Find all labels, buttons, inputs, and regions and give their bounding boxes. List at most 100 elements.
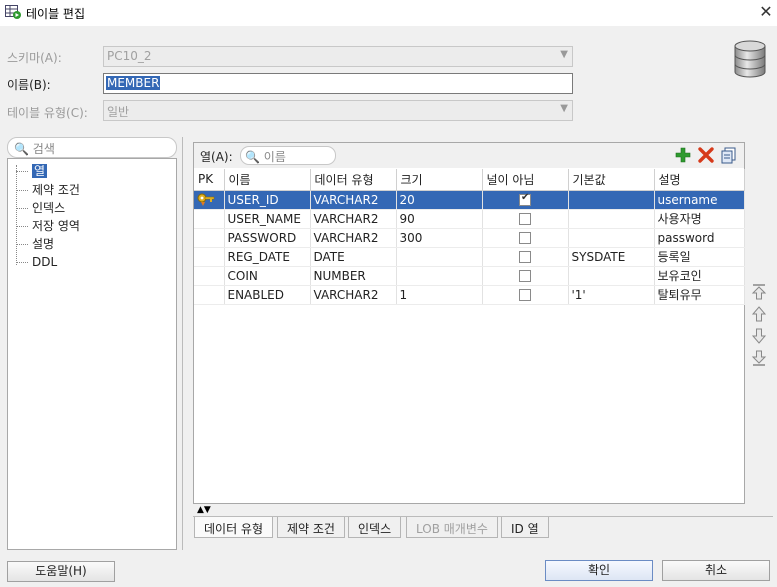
table-row[interactable]: REG_DATE DATE SYSDATE 등록일 xyxy=(194,247,745,267)
not-null-cell[interactable] xyxy=(482,266,569,286)
type-cell[interactable]: VARCHAR2 xyxy=(310,285,397,305)
pk-cell[interactable] xyxy=(194,209,225,229)
search-icon: 🔍 xyxy=(14,142,29,156)
default-cell[interactable] xyxy=(568,209,655,229)
desc-cell[interactable]: 등록일 xyxy=(654,247,745,267)
header-not-null[interactable]: 널이 아님 xyxy=(482,169,569,191)
size-cell[interactable] xyxy=(396,247,483,267)
pk-cell[interactable] xyxy=(194,228,225,248)
cancel-button[interactable]: 취소 xyxy=(662,560,770,581)
desc-cell[interactable]: 사용자명 xyxy=(654,209,745,229)
table-row[interactable]: ENABLED VARCHAR2 1 '1' 탈퇴유무 xyxy=(194,285,745,305)
header-size[interactable]: 크기 xyxy=(396,169,483,191)
columns-label: 열(A): xyxy=(200,150,233,164)
nav-tree: 열 제약 조건 인덱스 저장 영역 설명 DDL xyxy=(7,158,177,550)
type-cell[interactable]: VARCHAR2 xyxy=(310,228,397,248)
desc-cell[interactable]: username xyxy=(654,190,745,210)
desc-cell[interactable]: 보유코인 xyxy=(654,266,745,286)
name-cell[interactable]: ENABLED xyxy=(224,285,311,305)
tab-bar: 데이터 유형 제약 조건 인덱스 LOB 매개변수 ID 열 xyxy=(193,516,773,538)
header-name[interactable]: 이름 xyxy=(224,169,311,191)
move-down-icon[interactable] xyxy=(751,327,767,345)
name-input[interactable]: MEMBER xyxy=(103,73,573,94)
move-up-icon[interactable] xyxy=(751,305,767,323)
delete-icon[interactable] xyxy=(697,146,715,164)
size-cell[interactable] xyxy=(396,266,483,286)
not-null-checkbox[interactable] xyxy=(519,192,531,206)
desc-cell[interactable]: password xyxy=(654,228,745,248)
pk-cell[interactable] xyxy=(194,247,225,267)
tab-constraints[interactable]: 제약 조건 xyxy=(277,517,345,538)
not-null-checkbox[interactable] xyxy=(519,213,531,225)
columns-toolbar: 열(A): 🔍 이름 xyxy=(194,143,744,168)
size-cell[interactable]: 1 xyxy=(396,285,483,305)
nav-item-storage[interactable]: 저장 영역 xyxy=(16,217,80,235)
nav-item-columns[interactable]: 열 xyxy=(16,162,48,180)
collapse-toggle-icon[interactable]: ▲▼ xyxy=(197,505,211,515)
table-type-select: 일반 ▼ xyxy=(103,100,573,121)
default-cell[interactable]: SYSDATE xyxy=(568,247,655,267)
type-cell[interactable]: NUMBER xyxy=(310,266,397,286)
nav-search-input[interactable]: 🔍 검색 xyxy=(7,137,177,158)
not-null-checkbox[interactable] xyxy=(519,270,531,282)
type-cell[interactable]: VARCHAR2 xyxy=(310,190,397,210)
not-null-cell[interactable] xyxy=(482,209,569,229)
panel-splitter[interactable] xyxy=(182,137,184,550)
size-cell[interactable]: 90 xyxy=(396,209,483,229)
database-icon xyxy=(734,40,766,78)
header-default[interactable]: 기본값 xyxy=(568,169,655,191)
default-cell[interactable] xyxy=(568,266,655,286)
desc-cell[interactable]: 탈퇴유무 xyxy=(654,285,745,305)
type-cell[interactable]: DATE xyxy=(310,247,397,267)
table-row[interactable]: PASSWORD VARCHAR2 300 password xyxy=(194,228,745,248)
not-null-checkbox[interactable] xyxy=(519,232,531,244)
name-cell[interactable]: COIN xyxy=(224,266,311,286)
pk-cell[interactable] xyxy=(194,190,225,210)
copy-icon[interactable] xyxy=(720,146,738,164)
nav-item-comment[interactable]: 설명 xyxy=(16,235,54,253)
nav-item-constraints[interactable]: 제약 조건 xyxy=(16,181,80,199)
default-cell[interactable] xyxy=(568,228,655,248)
move-bottom-icon[interactable] xyxy=(751,349,767,367)
not-null-checkbox[interactable] xyxy=(519,251,531,263)
not-null-cell[interactable] xyxy=(482,247,569,267)
chevron-down-icon: ▼ xyxy=(560,103,568,114)
pk-cell[interactable] xyxy=(194,266,225,286)
not-null-cell[interactable] xyxy=(482,190,569,210)
not-null-cell[interactable] xyxy=(482,285,569,305)
header-data-type[interactable]: 데이터 유형 xyxy=(310,169,397,191)
table-row[interactable]: COIN NUMBER 보유코인 xyxy=(194,266,745,286)
chevron-down-icon: ▼ xyxy=(560,49,568,60)
not-null-cell[interactable] xyxy=(482,228,569,248)
header-comment[interactable]: 설명 xyxy=(654,169,745,191)
name-value: MEMBER xyxy=(106,76,161,90)
title-bar: 테이블 편집 ✕ xyxy=(0,0,777,26)
table-row[interactable]: USER_NAME VARCHAR2 90 사용자명 xyxy=(194,209,745,229)
pk-cell[interactable] xyxy=(194,285,225,305)
not-null-checkbox[interactable] xyxy=(519,289,531,301)
table-type-label: 테이블 유형(C): xyxy=(7,106,88,120)
header-pk[interactable]: PK xyxy=(194,169,225,191)
move-top-icon[interactable] xyxy=(751,283,767,301)
name-cell[interactable]: USER_NAME xyxy=(224,209,311,229)
close-button[interactable]: ✕ xyxy=(757,2,775,22)
name-cell[interactable]: PASSWORD xyxy=(224,228,311,248)
size-cell[interactable]: 300 xyxy=(396,228,483,248)
column-filter-input[interactable]: 🔍 이름 xyxy=(240,146,336,165)
help-button[interactable]: 도움말(H) xyxy=(7,561,115,582)
default-cell[interactable] xyxy=(568,190,655,210)
size-cell[interactable]: 20 xyxy=(396,190,483,210)
schema-select: PC10_2 ▼ xyxy=(103,46,573,67)
name-cell[interactable]: USER_ID xyxy=(224,190,311,210)
nav-item-ddl[interactable]: DDL xyxy=(16,253,57,271)
default-cell[interactable]: '1' xyxy=(568,285,655,305)
name-cell[interactable]: REG_DATE xyxy=(224,247,311,267)
type-cell[interactable]: VARCHAR2 xyxy=(310,209,397,229)
tab-indexes[interactable]: 인덱스 xyxy=(348,517,402,538)
tab-identity-column[interactable]: ID 열 xyxy=(501,517,549,538)
table-row[interactable]: USER_IDVARCHAR220 username xyxy=(194,190,745,210)
nav-item-indexes[interactable]: 인덱스 xyxy=(16,199,65,217)
tab-data-type[interactable]: 데이터 유형 xyxy=(194,517,274,538)
add-icon[interactable] xyxy=(674,146,692,164)
ok-button[interactable]: 확인 xyxy=(545,560,653,581)
